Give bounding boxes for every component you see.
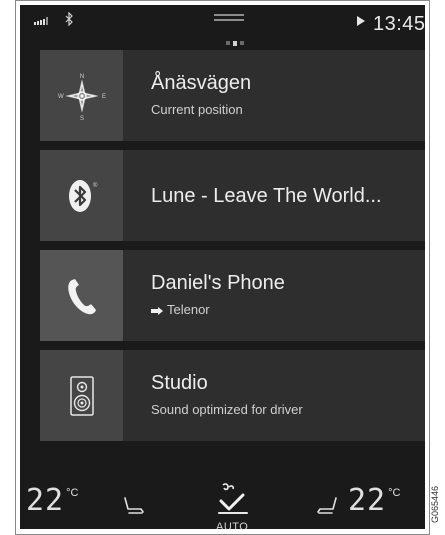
navigation-tile[interactable]: N S W E Ånäsvägen Current position xyxy=(40,50,425,141)
climate-bar: 22 °C AUTO 22 °C xyxy=(20,479,425,529)
svg-text:E: E xyxy=(102,94,106,100)
driver-seat-heating-icon[interactable] xyxy=(123,497,145,515)
drag-handle[interactable] xyxy=(214,14,244,22)
temp-value: 22 xyxy=(348,483,387,518)
sound-tile[interactable]: Studio Sound optimized for driver xyxy=(40,350,425,441)
passenger-seat-heating-icon[interactable] xyxy=(316,497,338,515)
tile-title: Lune - Leave The World... xyxy=(151,185,382,207)
carrier-name: Telenor xyxy=(167,302,210,317)
signal-icon xyxy=(34,17,48,25)
compass-icon: N S W E xyxy=(58,74,106,122)
page-dot-active xyxy=(233,41,237,46)
phone-icon-box xyxy=(40,250,123,341)
tile-subtitle: Sound optimized for driver xyxy=(151,402,303,417)
status-bar[interactable]: 13:45 xyxy=(20,5,425,43)
media-icon-box: ® xyxy=(40,150,123,241)
bluetooth-icon: ® xyxy=(68,179,98,212)
passenger-temperature[interactable]: 22 °C xyxy=(348,483,400,518)
center-display: 13:45 N S W E Ånäsvägen Current position xyxy=(20,5,425,529)
page-dot xyxy=(240,41,244,45)
media-tile[interactable]: ® Lune - Leave The World... xyxy=(40,150,425,241)
navigation-icon-box: N S W E xyxy=(40,50,123,141)
climate-mode-label: AUTO xyxy=(216,521,249,529)
sound-icon-box xyxy=(40,350,123,441)
phone-tile[interactable]: Daniel's Phone Telenor xyxy=(40,250,425,341)
carrier-arrow-icon xyxy=(151,306,163,315)
document-number: G065446 xyxy=(430,485,440,523)
driver-temperature[interactable]: 22 °C xyxy=(26,483,78,518)
temp-value: 22 xyxy=(26,483,65,518)
navigation-arrow-icon xyxy=(357,16,365,26)
tile-subtitle: Current position xyxy=(151,102,243,117)
tile-title: Studio xyxy=(151,372,208,394)
phone-icon xyxy=(67,278,96,314)
svg-text:N: N xyxy=(79,74,83,80)
tile-title: Daniel's Phone xyxy=(151,272,285,294)
tile-title: Ånäsvägen xyxy=(151,72,252,94)
page-indicator xyxy=(226,41,256,47)
svg-text:®: ® xyxy=(93,182,98,189)
temp-unit: °C xyxy=(66,487,79,499)
bluetooth-icon xyxy=(65,12,73,26)
speaker-icon xyxy=(69,375,94,416)
tile-subtitle: Telenor xyxy=(151,302,210,317)
svg-text:W: W xyxy=(58,94,64,100)
airflow-icon xyxy=(218,483,248,514)
temp-unit: °C xyxy=(388,487,401,499)
svg-text:S: S xyxy=(79,116,83,122)
page-dot xyxy=(226,41,230,45)
clock: 13:45 xyxy=(373,13,425,35)
